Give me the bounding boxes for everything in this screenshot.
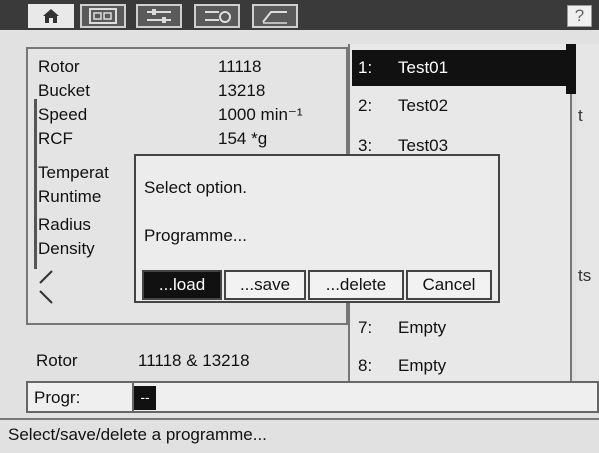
cancel-button[interactable]: Cancel	[406, 270, 492, 300]
program-list-item-7[interactable]: 7: Empty	[352, 310, 568, 346]
dialog-subject: Programme...	[144, 226, 247, 245]
tab-home[interactable]	[28, 4, 74, 28]
program-field-value: --	[134, 386, 156, 410]
temperature-label: Temperat	[38, 163, 109, 182]
display-icon	[89, 8, 117, 24]
accel-decel-icon	[39, 270, 53, 304]
rcf-value: 154 *g	[218, 129, 268, 148]
settings-icon	[147, 9, 171, 23]
status-text: Select/save/delete a programme...	[8, 425, 267, 444]
tab-bar: ?	[0, 0, 599, 30]
program-icon	[205, 11, 231, 23]
program-list-item-2[interactable]: 2: Test02	[352, 88, 568, 124]
load-button[interactable]: ...load	[142, 270, 222, 300]
program-list-item-1[interactable]: 1: Test01	[352, 50, 568, 86]
bucket-value: 13218	[218, 81, 266, 100]
tab-display[interactable]	[80, 4, 126, 28]
rotor-summary-label: Rotor	[36, 351, 78, 370]
tab-settings[interactable]	[136, 4, 182, 28]
speed-label: Speed	[38, 105, 88, 124]
home-icon	[43, 9, 59, 23]
runtime-label: Runtime	[38, 187, 102, 206]
curve-icon	[262, 11, 287, 24]
rcf-label: RCF	[38, 129, 73, 148]
program-list-item-8[interactable]: 8: Empty	[352, 348, 568, 384]
rotor-value: 11118	[218, 57, 262, 76]
density-label: Density	[38, 239, 95, 258]
right-panel-edge: t ts	[576, 44, 599, 382]
save-button[interactable]: ...save	[224, 270, 306, 300]
program-field-label: Progr:	[34, 388, 81, 407]
tab-curve[interactable]	[252, 4, 298, 28]
rotor-label: Rotor	[38, 57, 80, 76]
delete-button[interactable]: ...delete	[308, 270, 404, 300]
rotor-summary-value: 11118 & 13218	[138, 351, 250, 370]
program-field[interactable]: Progr: --	[26, 381, 599, 413]
program-list-scrollbar[interactable]	[566, 44, 576, 94]
panel-divider	[34, 99, 37, 269]
tab-program[interactable]	[194, 4, 240, 28]
side-text-2: ts	[578, 266, 592, 285]
speed-value: 1000 min⁻¹	[218, 105, 303, 124]
status-divider	[0, 418, 599, 420]
dialog-prompt: Select option.	[144, 178, 248, 197]
radius-label: Radius	[38, 215, 91, 234]
centrifuge-screen: ? Rotor 11118 Bucket 13218 Speed 1000 mi…	[0, 0, 599, 453]
program-options-dialog: Select option. Programme... ...load ...s…	[134, 154, 500, 303]
bucket-label: Bucket	[38, 81, 90, 100]
side-text-1: t	[578, 106, 583, 125]
help-button[interactable]: ?	[567, 5, 592, 27]
